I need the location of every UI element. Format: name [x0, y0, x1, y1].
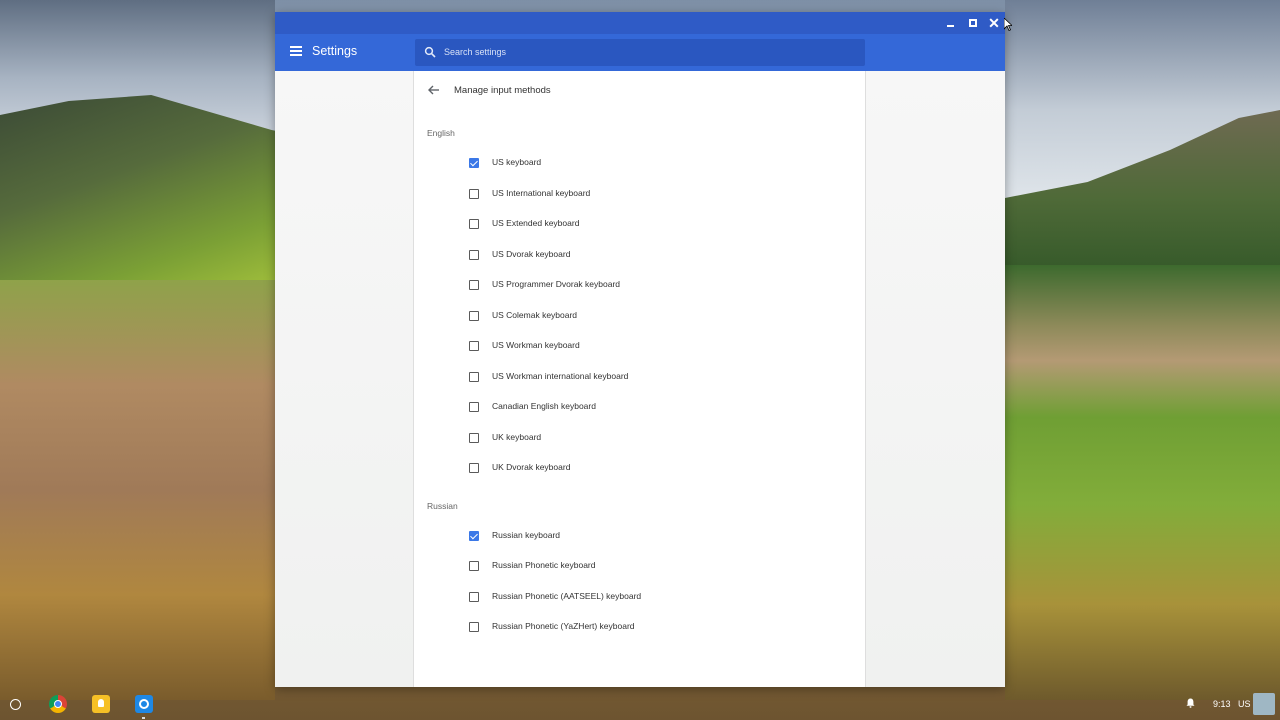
- checkbox[interactable]: [469, 592, 479, 602]
- list-item-label: US Colemak keyboard: [492, 310, 578, 320]
- chrome-icon[interactable]: [49, 695, 67, 713]
- list-item[interactable]: Canadian English keyboard: [414, 392, 867, 422]
- list-item[interactable]: Russian Phonetic (YaZHert) keyboard: [414, 612, 867, 642]
- list-item-label: UK Dvorak keyboard: [492, 462, 571, 472]
- wallpaper-mountain-left: [0, 95, 275, 295]
- checkbox[interactable]: [469, 463, 479, 473]
- maximize-icon: [969, 19, 977, 27]
- list-item[interactable]: UK keyboard: [414, 423, 867, 453]
- shelf: 9:13 US: [0, 688, 1280, 720]
- checkbox[interactable]: [469, 158, 479, 168]
- notification-bell-icon[interactable]: [1186, 698, 1195, 708]
- mouse-cursor-icon: [1004, 18, 1012, 31]
- list-item[interactable]: US Extended keyboard: [414, 209, 867, 239]
- list-item-label: Russian Phonetic (AATSEEL) keyboard: [492, 591, 642, 601]
- checkbox[interactable]: [469, 311, 479, 321]
- page-title: Manage input methods: [454, 85, 551, 96]
- input-methods-card: Manage input methods English US keyboard…: [413, 71, 866, 687]
- minimize-icon: [947, 25, 954, 27]
- list-item[interactable]: US International keyboard: [414, 179, 867, 209]
- list-item[interactable]: US Colemak keyboard: [414, 301, 867, 331]
- search-placeholder: Search settings: [444, 47, 507, 57]
- section-label-english: English: [427, 128, 455, 138]
- launcher-icon[interactable]: [10, 699, 21, 710]
- active-app-indicator: [142, 717, 145, 719]
- list-item-label: Russian keyboard: [492, 530, 561, 540]
- list-item[interactable]: US keyboard: [414, 148, 867, 178]
- list-item[interactable]: US Workman international keyboard: [414, 362, 867, 392]
- checkbox[interactable]: [469, 189, 479, 199]
- list-item-label: US Extended keyboard: [492, 218, 580, 228]
- section-label-russian: Russian: [427, 501, 458, 511]
- checkbox[interactable]: [469, 341, 479, 351]
- checkbox[interactable]: [469, 402, 479, 412]
- list-item-label: US Workman keyboard: [492, 340, 580, 350]
- checkbox[interactable]: [469, 250, 479, 260]
- checkbox[interactable]: [469, 280, 479, 290]
- list-item-label: US keyboard: [492, 157, 542, 167]
- checkbox[interactable]: [469, 531, 479, 541]
- settings-window: ✕ Settings Search settings Manage input …: [275, 12, 1005, 687]
- list-item-label: US International keyboard: [492, 188, 591, 198]
- list-item-label: US Workman international keyboard: [492, 371, 629, 381]
- list-item[interactable]: Russian Phonetic keyboard: [414, 551, 867, 581]
- back-arrow-icon[interactable]: [427, 83, 441, 97]
- maximize-button[interactable]: [965, 15, 981, 31]
- checkbox[interactable]: [469, 433, 479, 443]
- close-button[interactable]: ✕: [986, 15, 1002, 31]
- checkbox[interactable]: [469, 219, 479, 229]
- search-input[interactable]: Search settings: [415, 39, 865, 66]
- settings-icon[interactable]: [135, 695, 153, 713]
- menu-icon[interactable]: [290, 46, 304, 58]
- minimize-button[interactable]: [943, 15, 959, 31]
- app-title: Settings: [312, 44, 358, 58]
- list-item[interactable]: US Dvorak keyboard: [414, 240, 867, 270]
- account-avatar[interactable]: [1253, 693, 1275, 715]
- checkbox[interactable]: [469, 372, 479, 382]
- wallpaper-field-right: [1005, 265, 1280, 700]
- keep-icon[interactable]: [92, 695, 110, 713]
- list-item-label: US Programmer Dvorak keyboard: [492, 279, 621, 289]
- list-item-label: US Dvorak keyboard: [492, 249, 571, 259]
- input-method-indicator[interactable]: US: [1238, 699, 1251, 709]
- system-clock[interactable]: 9:13: [1213, 699, 1231, 709]
- list-item[interactable]: Russian Phonetic (AATSEEL) keyboard: [414, 582, 867, 612]
- list-item[interactable]: UK Dvorak keyboard: [414, 453, 867, 483]
- list-item[interactable]: Russian keyboard: [414, 521, 867, 551]
- close-icon: ✕: [988, 15, 1000, 31]
- settings-toolbar: Settings Search settings: [275, 34, 1005, 71]
- list-item-label: Canadian English keyboard: [492, 401, 596, 411]
- window-titlebar[interactable]: ✕: [275, 12, 1005, 34]
- list-item[interactable]: US Programmer Dvorak keyboard: [414, 270, 867, 300]
- page-header: Manage input methods: [414, 71, 867, 111]
- list-item-label: UK keyboard: [492, 432, 542, 442]
- checkbox[interactable]: [469, 561, 479, 571]
- list-item[interactable]: US Workman keyboard: [414, 331, 867, 361]
- list-item-label: Russian Phonetic keyboard: [492, 560, 596, 570]
- wallpaper-field-left: [0, 280, 275, 700]
- list-item-label: Russian Phonetic (YaZHert) keyboard: [492, 621, 635, 631]
- checkbox[interactable]: [469, 622, 479, 632]
- search-icon: [424, 46, 436, 58]
